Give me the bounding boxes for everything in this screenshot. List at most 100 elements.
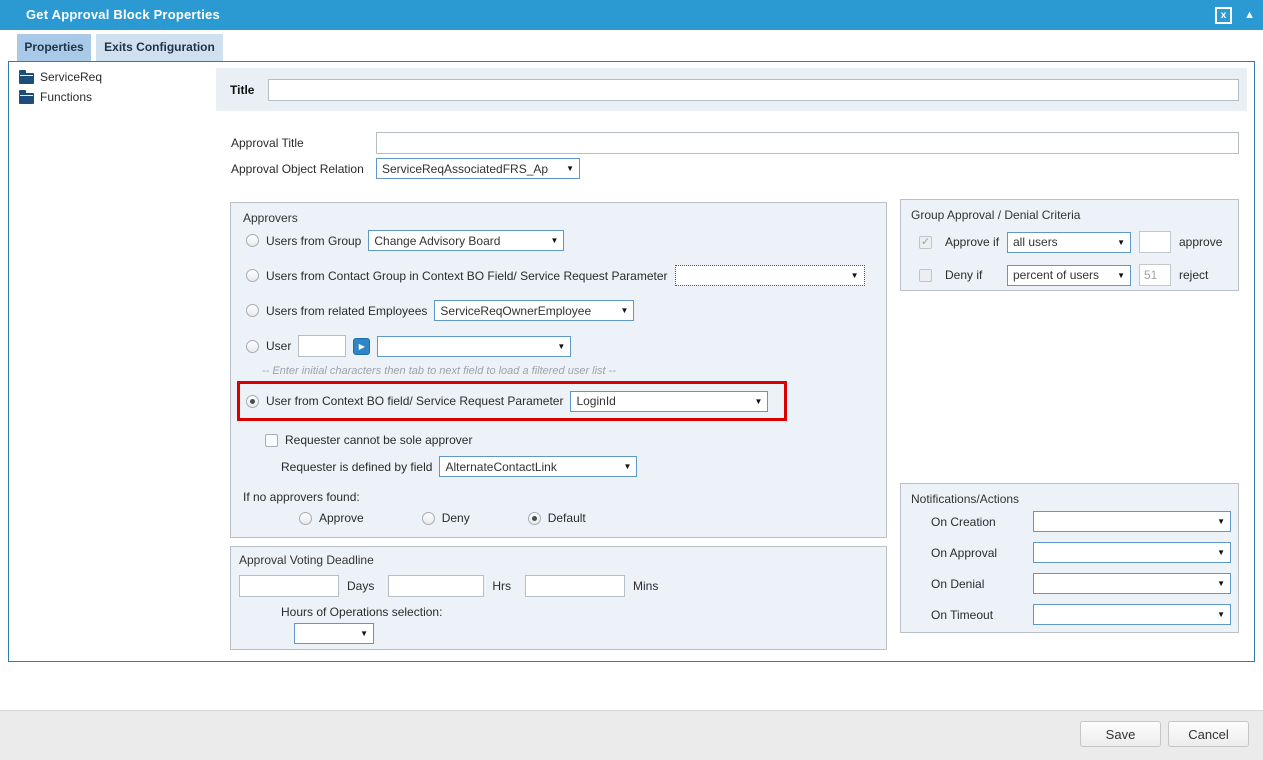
criteria-heading: Group Approval / Denial Criteria bbox=[911, 208, 1080, 222]
cancel-button[interactable]: Cancel bbox=[1168, 721, 1249, 747]
contact-group-select[interactable]: ▼ bbox=[675, 265, 865, 286]
radio-user[interactable] bbox=[246, 340, 259, 353]
requester-checkbox-label: Requester cannot be sole approver bbox=[285, 433, 472, 447]
radio-users-from-group[interactable] bbox=[246, 234, 259, 247]
highlight-box: User from Context BO field/ Service Requ… bbox=[237, 381, 787, 421]
voting-deadline-heading: Approval Voting Deadline bbox=[239, 553, 374, 567]
close-icon: x bbox=[1221, 10, 1227, 21]
chevron-down-icon: ▼ bbox=[620, 306, 628, 315]
reject-amount-input[interactable] bbox=[1139, 264, 1171, 286]
chevron-down-icon: ▼ bbox=[550, 236, 558, 245]
approval-title-field[interactable] bbox=[376, 132, 1239, 154]
requester-field-row: Requester is defined by field AlternateC… bbox=[281, 456, 637, 477]
tree-item-functions[interactable]: Functions bbox=[19, 88, 92, 106]
radio-default[interactable] bbox=[528, 512, 541, 525]
approval-object-relation-select[interactable]: ServiceReqAssociatedFRS_Ap ▼ bbox=[376, 158, 580, 179]
voting-deadline-group: Approval Voting Deadline Days Hrs Mins H… bbox=[230, 546, 887, 650]
chevron-down-icon: ▼ bbox=[557, 342, 565, 351]
radio-users-from-contact-group[interactable] bbox=[246, 269, 259, 282]
user-filter-hint: -- Enter initial characters then tab to … bbox=[262, 365, 616, 377]
approval-object-relation-label: Approval Object Relation bbox=[231, 162, 376, 176]
users-from-related-employees-row: Users from related Employees ServiceReqO… bbox=[246, 300, 634, 321]
tree-item-label: ServiceReq bbox=[40, 70, 102, 84]
footer: Save Cancel bbox=[0, 710, 1263, 760]
users-from-related-employees-label: Users from related Employees bbox=[266, 304, 427, 318]
login-id-select[interactable]: LoginId ▼ bbox=[570, 391, 768, 412]
chevron-down-icon: ▼ bbox=[566, 164, 574, 173]
hrs-label: Hrs bbox=[492, 579, 511, 593]
users-from-group-select[interactable]: Change Advisory Board ▼ bbox=[368, 230, 564, 251]
approve-if-checkbox[interactable] bbox=[919, 236, 932, 249]
on-denial-select[interactable]: ▼ bbox=[1033, 573, 1231, 594]
approval-title-label: Approval Title bbox=[231, 136, 376, 150]
days-input[interactable] bbox=[239, 575, 339, 597]
notifications-group: Notifications/Actions On Creation ▼ On A… bbox=[900, 483, 1239, 633]
deny-if-select[interactable]: percent of users ▼ bbox=[1007, 265, 1131, 286]
approval-object-relation-row: Approval Object Relation ServiceReqAssoc… bbox=[231, 158, 580, 179]
on-denial-label: On Denial bbox=[931, 577, 1033, 591]
play-icon: ▶ bbox=[359, 342, 365, 351]
voting-deadline-inputs-row: Days Hrs Mins bbox=[239, 575, 658, 597]
user-label: User bbox=[266, 339, 291, 353]
collapse-caret-icon[interactable]: ▲ bbox=[1244, 9, 1255, 21]
hours-of-operations-label: Hours of Operations selection: bbox=[281, 605, 442, 619]
requester-sole-approver-checkbox[interactable] bbox=[265, 434, 278, 447]
chevron-down-icon: ▼ bbox=[1217, 517, 1225, 526]
title-label: Title bbox=[230, 83, 254, 97]
chevron-down-icon: ▼ bbox=[1117, 238, 1125, 247]
user-select[interactable]: ▼ bbox=[377, 336, 571, 357]
window-title: Get Approval Block Properties bbox=[26, 0, 220, 30]
mins-input[interactable] bbox=[525, 575, 625, 597]
on-approval-select[interactable]: ▼ bbox=[1033, 542, 1231, 563]
approval-title-row: Approval Title bbox=[231, 132, 1239, 154]
days-label: Days bbox=[347, 579, 374, 593]
dialog-content: ServiceReq Functions Title Approval Titl… bbox=[8, 61, 1255, 662]
reject-suffix-label: reject bbox=[1179, 268, 1208, 282]
related-employees-select[interactable]: ServiceReqOwnerEmployee ▼ bbox=[434, 300, 634, 321]
deny-if-checkbox[interactable] bbox=[919, 269, 932, 282]
chevron-down-icon: ▼ bbox=[624, 462, 632, 471]
requester-defined-by-field-select[interactable]: AlternateContactLink ▼ bbox=[439, 456, 637, 477]
hours-of-operations-select[interactable]: ▼ bbox=[294, 623, 374, 644]
title-field[interactable] bbox=[268, 79, 1239, 101]
on-denial-row: On Denial ▼ bbox=[931, 573, 1231, 594]
tab-exits-configuration[interactable]: Exits Configuration bbox=[96, 34, 223, 61]
no-approvers-options: Approve Deny Default bbox=[299, 511, 586, 525]
deny-if-row: Deny if percent of users ▼ reject bbox=[919, 264, 1208, 286]
chevron-down-icon: ▼ bbox=[1217, 610, 1225, 619]
close-button[interactable]: x bbox=[1215, 7, 1232, 24]
on-timeout-select[interactable]: ▼ bbox=[1033, 604, 1231, 625]
users-from-contact-group-label: Users from Contact Group in Context BO F… bbox=[266, 269, 668, 283]
approve-if-row: Approve if all users ▼ approve bbox=[919, 231, 1222, 253]
approve-amount-input[interactable] bbox=[1139, 231, 1171, 253]
chevron-down-icon: ▼ bbox=[755, 397, 763, 406]
radio-default-label: Default bbox=[548, 511, 586, 525]
folder-icon bbox=[19, 73, 34, 84]
chevron-down-icon: ▼ bbox=[851, 271, 859, 280]
radio-users-from-related-employees[interactable] bbox=[246, 304, 259, 317]
radio-user-from-context[interactable] bbox=[246, 395, 259, 408]
chevron-down-icon: ▼ bbox=[1217, 548, 1225, 557]
radio-deny[interactable] bbox=[422, 512, 435, 525]
radio-approve[interactable] bbox=[299, 512, 312, 525]
on-timeout-label: On Timeout bbox=[931, 608, 1033, 622]
users-from-group-row: Users from Group Change Advisory Board ▼ bbox=[246, 230, 564, 251]
approve-suffix-label: approve bbox=[1179, 235, 1222, 249]
no-approvers-label: If no approvers found: bbox=[243, 490, 360, 504]
radio-approve-label: Approve bbox=[319, 511, 364, 525]
users-from-group-label: Users from Group bbox=[266, 234, 361, 248]
title-row: Title bbox=[216, 68, 1247, 111]
on-approval-row: On Approval ▼ bbox=[931, 542, 1231, 563]
user-input[interactable] bbox=[298, 335, 346, 357]
load-user-button[interactable]: ▶ bbox=[353, 338, 370, 355]
tree-item-servicereq[interactable]: ServiceReq bbox=[19, 68, 102, 86]
chevron-down-icon: ▼ bbox=[1217, 579, 1225, 588]
dialog-window: Get Approval Block Properties x ▲ Proper… bbox=[0, 0, 1263, 760]
tab-properties[interactable]: Properties bbox=[17, 34, 91, 61]
hrs-input[interactable] bbox=[388, 575, 484, 597]
approve-if-select[interactable]: all users ▼ bbox=[1007, 232, 1131, 253]
save-button[interactable]: Save bbox=[1080, 721, 1161, 747]
approve-if-label: Approve if bbox=[945, 235, 1007, 249]
on-creation-select[interactable]: ▼ bbox=[1033, 511, 1231, 532]
user-row: User ▶ ▼ bbox=[246, 335, 571, 357]
